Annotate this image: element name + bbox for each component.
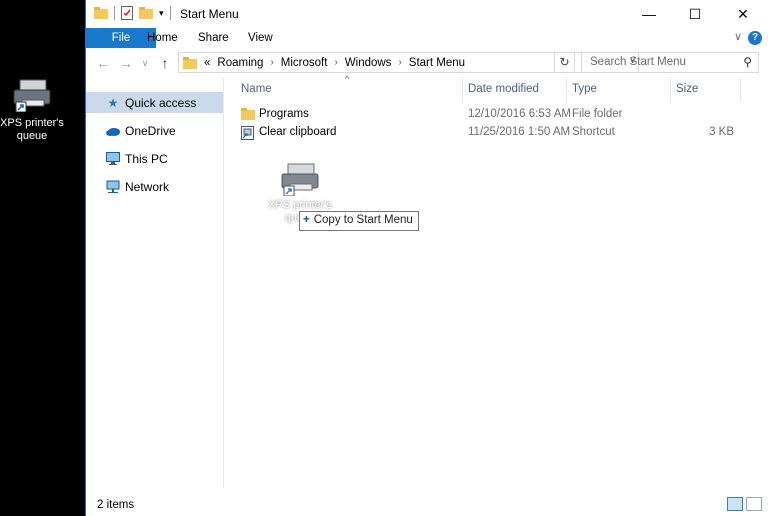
tab-share[interactable]: Share (188, 28, 239, 48)
column-divider[interactable] (740, 78, 741, 102)
details-view-icon[interactable] (727, 497, 743, 511)
breadcrumb-windows[interactable]: Windows (345, 57, 392, 69)
window-title: Start Menu (180, 7, 239, 21)
refresh-button[interactable]: ↻ (554, 52, 575, 73)
new-folder-icon[interactable] (139, 7, 153, 19)
nav-item-label: Network (125, 179, 170, 194)
column-header-date[interactable]: Date modified (468, 83, 539, 95)
breadcrumb-start-menu[interactable]: Start Menu (409, 57, 465, 69)
file-size: 3 KB (709, 126, 734, 138)
large-icons-view-icon[interactable] (746, 497, 762, 511)
title-bar: ▾ Start Menu — ☐ ✕ (86, 0, 768, 28)
monitor-icon (106, 152, 120, 166)
toolbar-divider (169, 6, 171, 20)
drag-tooltip-text: Copy to Start Menu (313, 214, 413, 226)
nav-item-this-pc[interactable]: This PC (86, 148, 223, 169)
ribbon-tabs: File Home Share View ∨ ? (86, 28, 768, 49)
nav-item-quick-access[interactable]: ★ Quick access (86, 92, 223, 113)
search-icon: ⚲ (743, 55, 752, 69)
column-divider[interactable] (670, 78, 671, 102)
item-count: 2 items (97, 499, 135, 511)
printer-icon (13, 79, 51, 113)
navigation-pane: ★ Quick access OneDrive This PC Network (86, 78, 224, 488)
folder-icon (183, 56, 197, 69)
folder-icon (241, 108, 255, 123)
file-type: Shortcut (572, 126, 615, 138)
breadcrumb-roaming[interactable]: Roaming (217, 57, 263, 69)
tab-home[interactable]: Home (137, 28, 188, 48)
close-button[interactable]: ✕ (720, 0, 766, 28)
breadcrumb: « Roaming › Microsoft › Windows › Start … (183, 56, 465, 69)
nav-item-network[interactable]: Network (86, 176, 223, 197)
breadcrumb-overflow[interactable]: « (204, 57, 210, 69)
breadcrumb-microsoft[interactable]: Microsoft (281, 57, 328, 69)
file-list: ^ Name Date modified Type Size Programs … (224, 74, 768, 488)
desktop-icon-label: XPS printer's queue (0, 117, 64, 142)
printer-icon (281, 163, 319, 197)
file-explorer-window: ▾ Start Menu — ☐ ✕ File Home Share View … (85, 0, 768, 516)
file-row[interactable]: Programs 12/10/2016 6:53 AM File folder (224, 106, 768, 124)
help-button[interactable]: ? (748, 31, 762, 45)
file-type: File folder (572, 108, 623, 120)
navigation-bar: ← → ∨ ↑ « Roaming › Microsoft › Windows … (86, 48, 768, 78)
sort-indicator-icon: ^ (345, 74, 350, 84)
folder-icon[interactable] (94, 7, 108, 19)
expand-ribbon-chevron-icon[interactable]: ∨ (734, 30, 742, 43)
column-header-name[interactable]: Name (241, 83, 272, 95)
quick-access-toolbar: ▾ (94, 6, 171, 20)
tab-view[interactable]: View (238, 28, 283, 48)
file-name: Clear clipboard (259, 126, 337, 138)
search-input[interactable]: Search Start Menu ⚲ (581, 52, 759, 73)
search-placeholder: Search Start Menu (590, 56, 686, 68)
properties-icon[interactable] (121, 6, 133, 20)
customize-toolbar-icon[interactable]: ▾ (159, 8, 164, 19)
nav-item-label: This PC (125, 151, 168, 166)
file-row[interactable]: Clear clipboard 11/25/2016 1:50 AM Short… (224, 124, 768, 142)
star-icon: ★ (107, 95, 119, 110)
minimize-button[interactable]: — (626, 0, 672, 28)
plus-icon: + (303, 214, 310, 226)
nav-item-onedrive[interactable]: OneDrive (86, 120, 223, 141)
chevron-right-icon[interactable]: › (270, 57, 273, 68)
column-divider[interactable] (566, 78, 567, 102)
toolbar-divider (114, 6, 115, 20)
file-date: 11/25/2016 1:50 AM (468, 126, 571, 138)
maximize-button[interactable]: ☐ (672, 0, 718, 28)
file-name: Programs (259, 108, 309, 120)
nav-item-label: OneDrive (125, 123, 176, 138)
shortcut-icon (241, 126, 254, 143)
network-icon (106, 180, 120, 194)
recent-locations-chevron-icon[interactable]: ∨ (136, 54, 154, 72)
status-bar: 2 items (86, 488, 768, 516)
desktop-shortcut-xps-printer[interactable]: XPS printer's queue (0, 78, 64, 143)
chevron-right-icon[interactable]: › (398, 57, 401, 68)
column-header-size[interactable]: Size (676, 83, 698, 95)
column-divider[interactable] (462, 78, 463, 102)
nav-item-label: Quick access (125, 95, 197, 110)
cloud-icon (106, 124, 120, 138)
column-header-type[interactable]: Type (572, 83, 597, 95)
up-arrow-icon[interactable]: ↑ (156, 54, 174, 72)
chevron-right-icon[interactable]: › (334, 57, 337, 68)
file-date: 12/10/2016 6:53 AM (468, 108, 571, 120)
forward-arrow-icon[interactable]: → (117, 54, 135, 72)
back-arrow-icon[interactable]: ← (94, 54, 112, 72)
drag-tooltip: + Copy to Start Menu (299, 211, 419, 231)
